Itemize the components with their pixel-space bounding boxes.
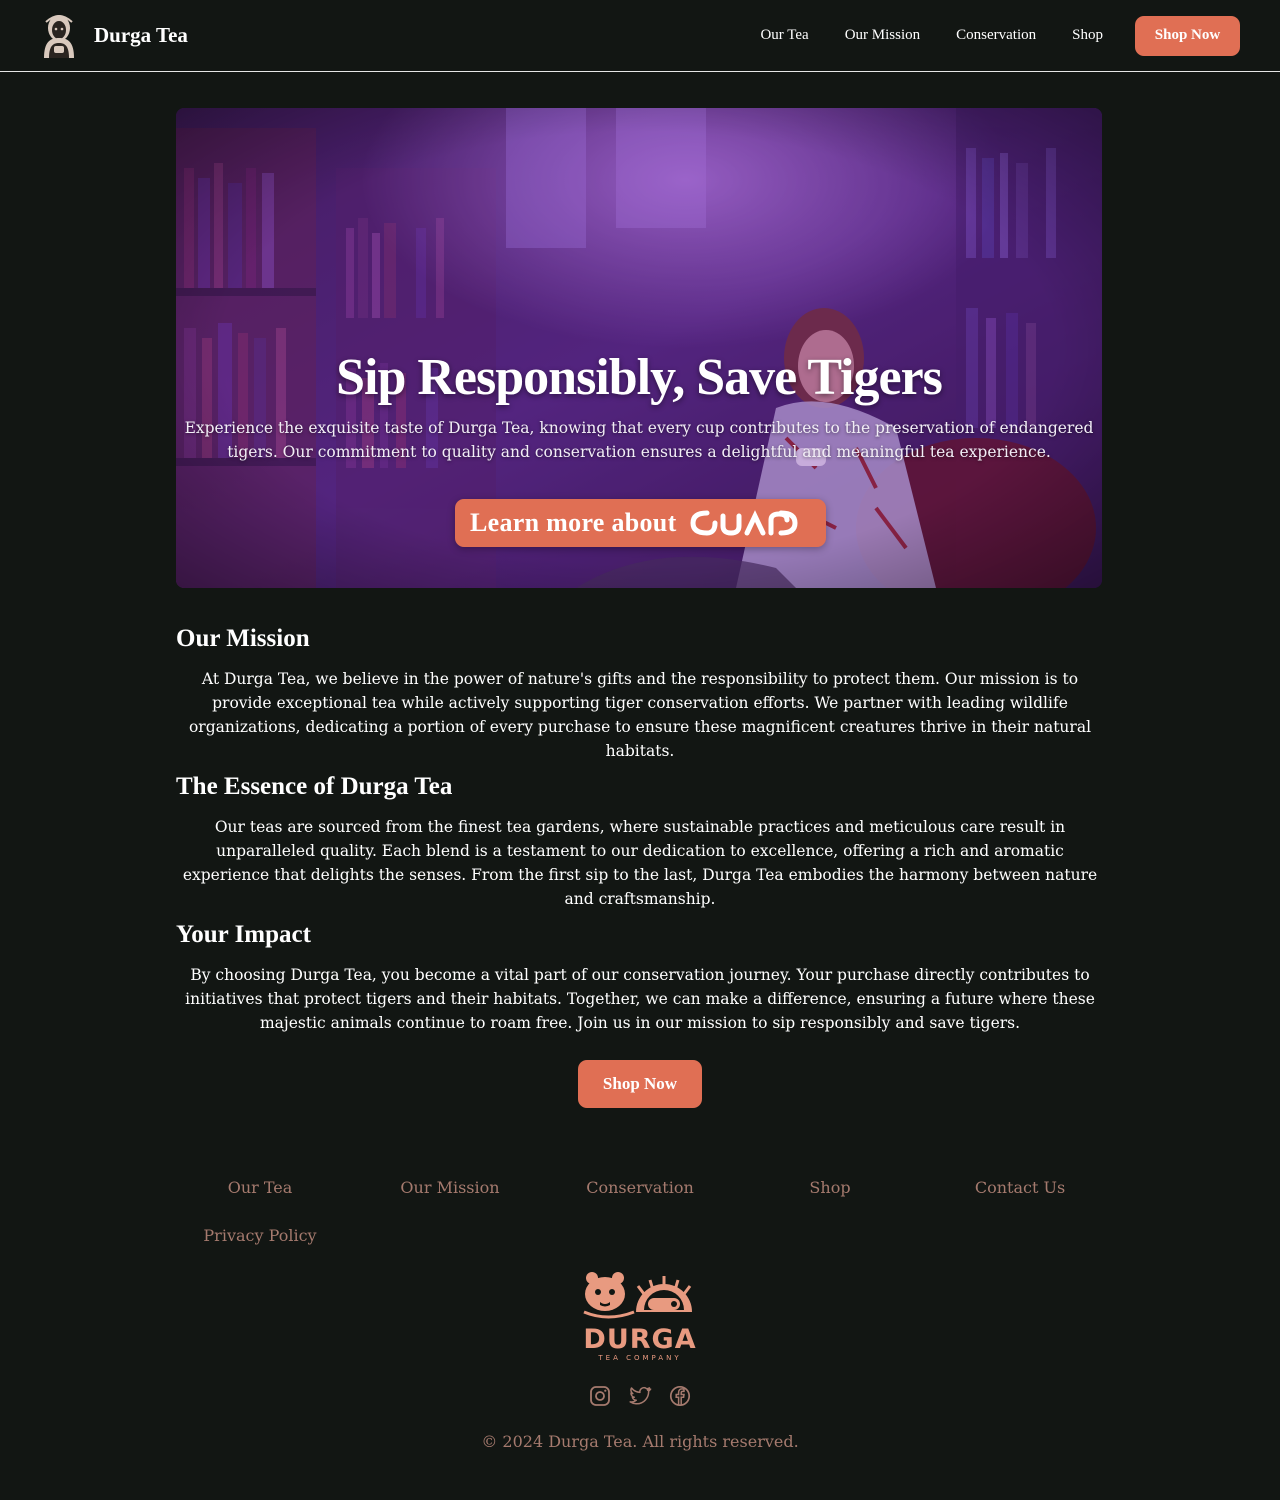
copyright-text: © 2024 Durga Tea. All rights reserved.	[481, 1432, 799, 1451]
mission-section: Our Mission At Durga Tea, we believe in …	[176, 623, 1104, 763]
brand[interactable]: Durga Tea	[40, 12, 188, 60]
main-nav: Our Tea Our Mission Conservation Shop Sh…	[724, 15, 1240, 56]
nav-shop[interactable]: Shop	[1072, 27, 1103, 44]
footer-link-shop[interactable]: Shop	[735, 1178, 925, 1197]
mission-heading: Our Mission	[176, 625, 310, 652]
essence-body: Our teas are sourced from the finest tea…	[182, 818, 1098, 908]
hero-content: Sip Responsibly, Save Tigers Experience …	[176, 108, 1102, 588]
brand-name: Durga Tea	[94, 23, 188, 47]
nav-our-tea[interactable]: Our Tea	[760, 27, 808, 44]
nav-our-mission[interactable]: Our Mission	[845, 27, 920, 44]
impact-body: By choosing Durga Tea, you become a vita…	[185, 966, 1095, 1032]
nav-conservation[interactable]: Conservation	[956, 27, 1036, 44]
footer-logo-tagline: TEA COMPANY	[597, 1354, 681, 1362]
header-shop-now-button[interactable]: Shop Now	[1135, 15, 1240, 56]
hero-banner: Sip Responsibly, Save Tigers Experience …	[176, 108, 1102, 588]
impact-heading: Your Impact	[176, 921, 311, 948]
hero-description: Experience the exquisite taste of Durga …	[184, 419, 1094, 461]
hero-title: Sip Responsibly, Save Tigers	[336, 349, 943, 406]
instagram-icon[interactable]	[588, 1384, 612, 1408]
site-header: Durga Tea Our Tea Our Mission Conservati…	[0, 0, 1280, 72]
learn-more-label: Learn more about	[470, 508, 677, 537]
footer-link-contact-us[interactable]: Contact Us	[925, 1178, 1115, 1197]
footer-logo-wordmark: DURGA	[583, 1324, 696, 1355]
tea-drinker-logo-icon	[44, 14, 74, 58]
footer-link-our-tea[interactable]: Our Tea	[165, 1178, 355, 1197]
essence-section: The Essence of Durga Tea Our teas are so…	[176, 771, 1104, 911]
twitter-icon[interactable]	[628, 1384, 652, 1408]
shop-now-button[interactable]: Shop Now	[578, 1060, 702, 1108]
learn-more-button[interactable]: Learn more about	[455, 499, 826, 547]
footer-link-conservation[interactable]: Conservation	[545, 1178, 735, 1197]
social-links	[588, 1384, 694, 1408]
durga-wordmark-icon	[690, 510, 798, 536]
footer-link-privacy-policy[interactable]: Privacy Policy	[165, 1226, 355, 1245]
facebook-icon[interactable]	[668, 1384, 692, 1408]
mission-body: At Durga Tea, we believe in the power of…	[188, 670, 1092, 760]
essence-heading: The Essence of Durga Tea	[176, 773, 453, 800]
durga-tiger-logo-icon: DURGA TEA COMPANY	[583, 1272, 696, 1362]
impact-section: Your Impact By choosing Durga Tea, you b…	[176, 919, 1104, 1035]
footer-link-our-mission[interactable]: Our Mission	[355, 1178, 545, 1197]
